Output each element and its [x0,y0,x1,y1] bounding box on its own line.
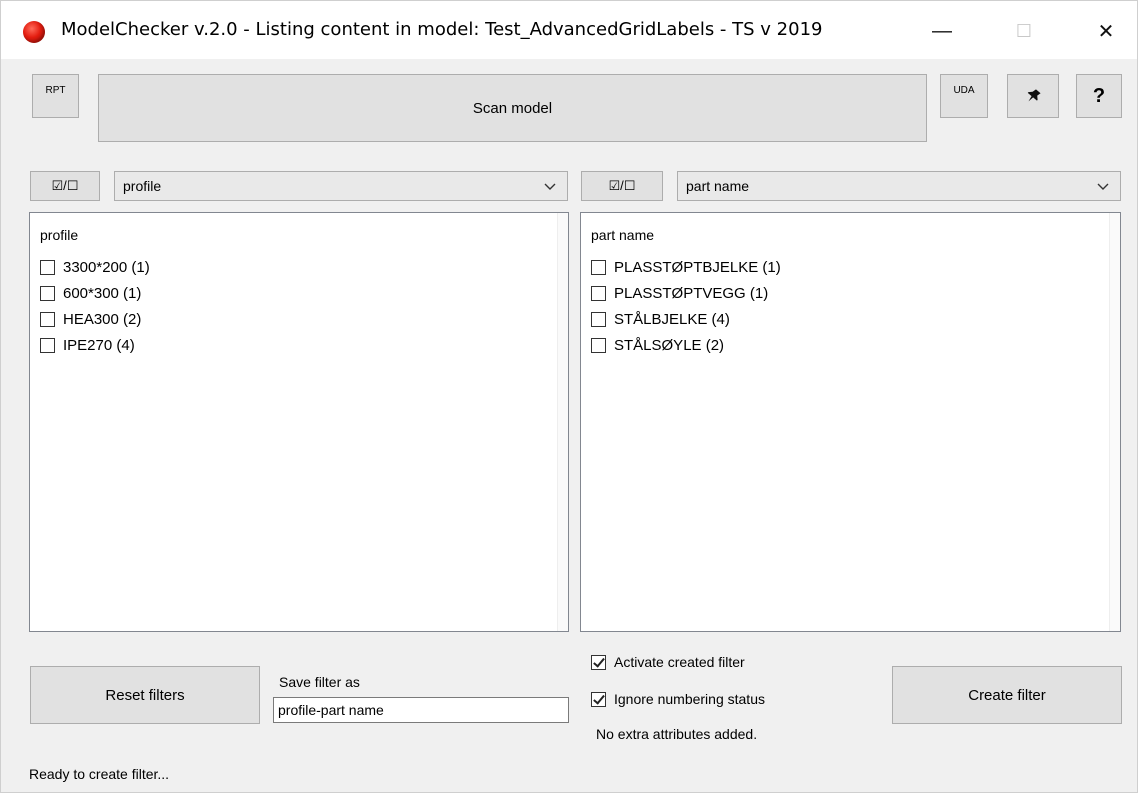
minimize-button[interactable]: — [919,11,965,51]
window-title: ModelChecker v.2.0 - Listing content in … [61,19,823,40]
right-attribute-value: part name [686,178,750,194]
ignore-numbering-checkbox[interactable]: Ignore numbering status [591,688,765,710]
item-checkbox[interactable] [40,311,55,327]
item-label: 3300*200 (1) [63,258,150,276]
maximize-button[interactable]: ☐ [1001,11,1047,51]
item-checkbox[interactable] [40,285,55,301]
list-item[interactable]: PLASSTØPTVEGG (1) [591,282,768,304]
close-button[interactable]: ✕ [1083,11,1129,51]
chevron-down-icon [544,183,556,190]
item-label: STÅLBJELKE (4) [614,310,730,328]
help-button[interactable]: ? [1076,74,1122,118]
title-bar[interactable]: ModelChecker v.2.0 - Listing content in … [1,1,1137,59]
pin-button[interactable] [1007,74,1059,118]
item-checkbox[interactable] [591,285,606,301]
checkbox-box[interactable] [591,691,606,707]
ignore-numbering-label: Ignore numbering status [614,691,765,707]
right-toggle-all-button[interactable]: ☑/☐ [581,171,663,201]
uda-button[interactable]: UDA [940,74,988,118]
item-checkbox[interactable] [40,337,55,353]
save-filter-input[interactable]: profile-part name [273,697,569,723]
right-list-scrollbar[interactable] [1109,213,1120,631]
item-label: PLASSTØPTBJELKE (1) [614,258,781,276]
extra-attributes-text: No extra attributes added. [596,726,758,742]
list-item[interactable]: HEA300 (2) [40,308,141,330]
chevron-down-icon [1097,183,1109,190]
left-value-list[interactable]: profile 3300*200 (1) 600*300 (1) HEA300 … [29,212,569,632]
item-label: IPE270 (4) [63,336,135,354]
item-checkbox[interactable] [591,337,606,353]
scan-model-button[interactable]: Scan model [98,74,927,142]
list-item[interactable]: 3300*200 (1) [40,256,150,278]
rpt-button[interactable]: RPT [32,74,79,118]
reset-filters-button[interactable]: Reset filters [30,666,260,724]
right-list-header: part name [591,227,655,243]
app-window: ModelChecker v.2.0 - Listing content in … [0,0,1138,793]
list-item[interactable]: 600*300 (1) [40,282,141,304]
item-label: PLASSTØPTVEGG (1) [614,284,769,302]
item-checkbox[interactable] [591,311,606,327]
save-filter-label: Save filter as [279,674,360,690]
create-filter-button[interactable]: Create filter [892,666,1122,724]
activate-filter-checkbox[interactable]: Activate created filter [591,651,745,673]
list-item[interactable]: PLASSTØPTBJELKE (1) [591,256,781,278]
app-logo-icon [23,21,45,43]
status-text: Ready to create filter... [29,766,170,782]
left-list-scrollbar[interactable] [557,213,568,631]
right-value-list[interactable]: part name PLASSTØPTBJELKE (1) PLASSTØPTV… [580,212,1121,632]
pin-icon [1027,89,1041,102]
left-toggle-all-button[interactable]: ☑/☐ [30,171,100,201]
list-item[interactable]: STÅLSØYLE (2) [591,334,724,356]
list-item[interactable]: IPE270 (4) [40,334,135,356]
item-label: 600*300 (1) [63,284,142,302]
list-item[interactable]: STÅLBJELKE (4) [591,308,730,330]
item-checkbox[interactable] [591,259,606,275]
item-label: HEA300 (2) [63,310,142,328]
left-attribute-select[interactable]: profile [114,171,568,201]
left-list-header: profile [40,227,79,243]
left-attribute-value: profile [123,178,162,194]
activate-filter-label: Activate created filter [614,654,745,670]
checkbox-box[interactable] [591,654,606,670]
item-checkbox[interactable] [40,259,55,275]
item-label: STÅLSØYLE (2) [614,336,725,354]
right-attribute-select[interactable]: part name [677,171,1121,201]
